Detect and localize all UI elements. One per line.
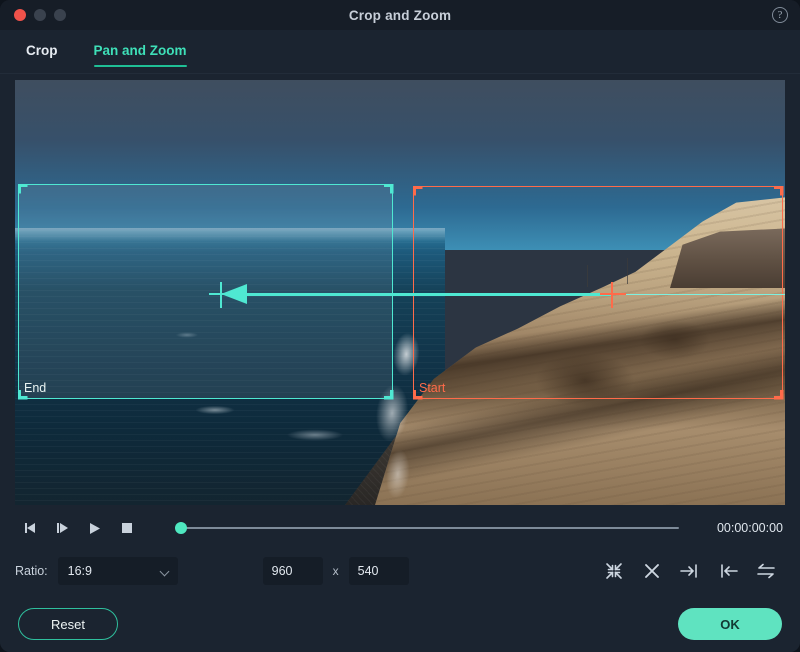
- tab-bar: Crop Pan and Zoom: [0, 30, 800, 74]
- footer-bar: Reset OK: [0, 596, 800, 652]
- next-frame-icon[interactable]: [47, 515, 79, 541]
- shrink-inward-icon[interactable]: [603, 560, 625, 582]
- end-handle-bottom-right[interactable]: [383, 389, 394, 400]
- ratio-label: Ratio:: [15, 564, 48, 578]
- height-value: 540: [357, 564, 379, 578]
- start-crosshair-vertical: [611, 282, 613, 308]
- transport-bar: 00:00:00:00: [15, 513, 785, 543]
- playback-slider-track: [183, 527, 679, 529]
- width-value: 960: [271, 564, 293, 578]
- help-circle-icon[interactable]: ?: [772, 7, 788, 23]
- swap-start-end-icon[interactable]: [755, 560, 777, 582]
- chevron-down-icon: [159, 566, 170, 577]
- pan-arrow-shaft: [235, 293, 613, 296]
- playback-slider[interactable]: [175, 518, 679, 538]
- start-crosshair-horizontal: [600, 293, 626, 295]
- align-left-icon[interactable]: [717, 560, 739, 582]
- dimension-separator: x: [332, 564, 339, 578]
- ok-button[interactable]: OK: [678, 608, 782, 640]
- reset-button[interactable]: Reset: [18, 608, 118, 640]
- align-right-icon[interactable]: [679, 560, 701, 582]
- close-button[interactable]: [14, 9, 26, 21]
- minimize-button[interactable]: [34, 9, 46, 21]
- timecode-display: 00:00:00:00: [716, 521, 783, 535]
- video-preview[interactable]: Start End: [15, 80, 785, 505]
- end-handle-top-right[interactable]: [383, 183, 394, 194]
- stop-icon[interactable]: [111, 515, 143, 541]
- ratio-select[interactable]: 16:9: [57, 557, 178, 585]
- playback-slider-thumb[interactable]: [175, 522, 187, 534]
- traffic-lights: [14, 9, 66, 21]
- ratio-select-value: 16:9: [67, 564, 92, 578]
- end-crosshair-vertical: [220, 282, 222, 308]
- previous-frame-icon[interactable]: [15, 515, 47, 541]
- width-input[interactable]: 960: [262, 557, 323, 585]
- end-handle-top-left[interactable]: [17, 183, 28, 194]
- tab-pan-and-zoom[interactable]: Pan and Zoom: [93, 33, 187, 70]
- start-handle-bottom-right[interactable]: [773, 389, 784, 400]
- selection-tools: [603, 560, 785, 582]
- maximize-button[interactable]: [54, 9, 66, 21]
- title-bar: Crop and Zoom ?: [0, 0, 800, 30]
- start-handle-top-left[interactable]: [412, 185, 423, 196]
- tab-crop[interactable]: Crop: [26, 33, 58, 70]
- height-input[interactable]: 540: [348, 557, 409, 585]
- crop-and-zoom-window: Crop and Zoom ? Crop Pan and Zoom Start …: [0, 0, 800, 652]
- options-bar: Ratio: 16:9 960 x 540: [15, 549, 785, 593]
- play-icon[interactable]: [79, 515, 111, 541]
- start-handle-top-right[interactable]: [773, 185, 784, 196]
- start-label: Start: [419, 381, 446, 395]
- end-label: End: [24, 381, 47, 395]
- pan-direction-arrow: [221, 283, 785, 304]
- close-cross-icon[interactable]: [641, 560, 663, 582]
- end-crosshair-horizontal: [209, 293, 235, 295]
- window-title: Crop and Zoom: [348, 7, 452, 23]
